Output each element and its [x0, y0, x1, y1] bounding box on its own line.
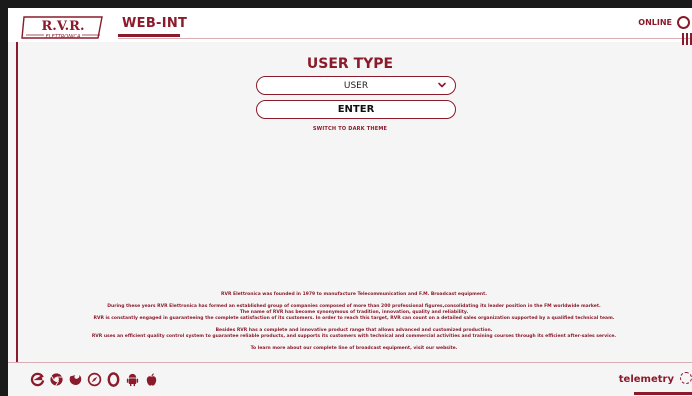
left-accent-line — [16, 34, 18, 362]
safari-icon — [87, 372, 102, 387]
main-page: R.V.R. ELETTRONICA WEB-INT ONLINE USER T… — [8, 8, 692, 396]
loading-icon — [680, 372, 692, 384]
chrome-icon — [49, 372, 64, 387]
online-status: ONLINE — [638, 18, 672, 27]
about-line: To learn more about our complete line of… — [250, 346, 458, 351]
opera-icon — [106, 371, 121, 387]
title-underline — [118, 34, 180, 37]
user-type-title: USER TYPE — [306, 56, 394, 72]
chevron-down-icon — [438, 82, 446, 88]
user-type-value: USER — [343, 80, 369, 91]
user-type-select[interactable]: USER — [256, 76, 456, 95]
svg-text:R.V.R.: R.V.R. — [42, 19, 85, 34]
enter-button[interactable]: ENTER — [256, 100, 456, 119]
switch-theme-link[interactable]: SWITCH TO DARK THEME — [8, 126, 692, 132]
header: R.V.R. ELETTRONICA WEB-INT ONLINE — [8, 8, 692, 45]
telemetry-label[interactable]: telemetry — [619, 374, 674, 385]
telemetry-underline — [634, 392, 692, 395]
apple-icon — [144, 372, 159, 387]
footer-divider — [8, 362, 692, 363]
about-line: RVR is constantly engaged in guaranteein… — [93, 316, 615, 321]
header-divider — [118, 38, 692, 39]
svg-text:ELETTRONICA: ELETTRONICA — [46, 34, 81, 40]
android-icon — [125, 372, 140, 387]
power-icon[interactable] — [677, 16, 690, 29]
app-title: WEB-INT — [122, 16, 188, 31]
firefox-icon — [68, 372, 83, 387]
about-line: RVR uses an efficient quality control sy… — [91, 334, 617, 339]
menu-icon[interactable] — [682, 33, 692, 45]
rvr-logo: R.V.R. ELETTRONICA — [21, 16, 103, 40]
browser-icons — [30, 370, 159, 388]
edge-icon — [30, 372, 45, 387]
about-text: RVR Elettronica was founded in 1979 to m… — [34, 292, 674, 352]
